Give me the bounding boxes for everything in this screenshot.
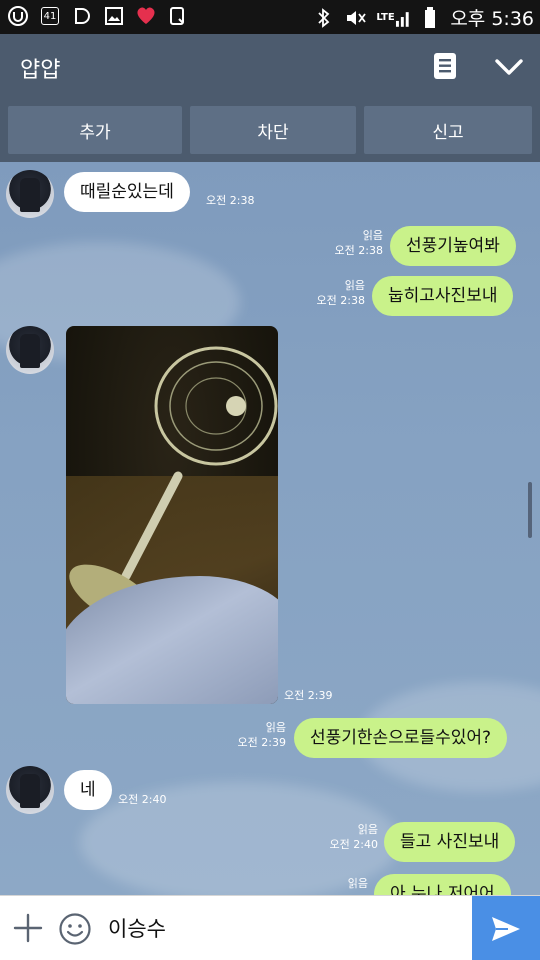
plus-icon[interactable]	[12, 912, 44, 944]
battery-icon	[418, 6, 442, 30]
chat-header: 얍얍	[0, 34, 540, 100]
signal-icon: LTE	[376, 6, 410, 30]
message-bubble-outgoing[interactable]: 선풍기높여봐	[390, 226, 516, 266]
status-left-icons: 41	[6, 4, 190, 28]
send-icon	[492, 916, 520, 941]
message-bubble-outgoing[interactable]: 눕히고사진보내	[372, 276, 514, 316]
message-meta: 읽음	[348, 876, 368, 891]
message-bubble-incoming[interactable]: 때릴순있는데	[64, 172, 190, 212]
status-right-icons: LTE 오후 5:36	[312, 4, 534, 31]
chat-title: 얍얍	[20, 58, 61, 83]
d-app-icon	[70, 4, 94, 28]
send-button[interactable]	[472, 896, 540, 960]
message-meta: 읽음 오전 2:38	[317, 278, 365, 308]
alarm-41-icon: 41	[38, 4, 62, 28]
mute-icon	[344, 6, 368, 30]
app-u-icon	[6, 4, 30, 28]
message-meta: 읽음 오전 2:38	[335, 228, 383, 258]
chevron-down-icon[interactable]	[492, 54, 526, 80]
message-bubble-outgoing[interactable]: 선풍기한손으로들수있어?	[294, 718, 508, 758]
read-status: 읽음	[265, 721, 286, 734]
network-label: LTE	[376, 11, 395, 23]
photo-message[interactable]	[66, 326, 278, 704]
status-bar: 41 LTE 오후 5:36	[0, 0, 540, 34]
message-time: 오전 2:40	[118, 793, 167, 806]
read-status: 읽음	[357, 823, 378, 836]
status-time: 오후 5:36	[450, 8, 534, 30]
message-time: 오전 2:39	[284, 689, 333, 702]
avatar[interactable]	[6, 326, 54, 374]
emoji-icon[interactable]	[58, 912, 92, 946]
read-status: 읽음	[344, 279, 365, 292]
message-time: 오전 2:39	[237, 736, 286, 749]
clipboard-icon	[166, 4, 190, 28]
message-bubble-outgoing[interactable]: 아 누나 저어어	[374, 874, 511, 895]
message-input[interactable]	[108, 908, 458, 948]
message-time: 오전 2:38	[316, 294, 365, 307]
alarm-badge: 41	[41, 7, 59, 25]
message-bubble-outgoing[interactable]: 들고 사진보내	[384, 822, 516, 862]
message-time: 오전 2:40	[329, 838, 378, 851]
message-bubble-incoming[interactable]: 네	[64, 770, 112, 810]
block-button[interactable]: 차단	[190, 106, 356, 154]
gallery-icon	[102, 4, 126, 28]
avatar[interactable]	[6, 766, 54, 814]
message-meta: 읽음 오전 2:40	[330, 822, 378, 852]
input-bar	[0, 895, 540, 960]
avatar[interactable]	[6, 170, 54, 218]
heart-icon	[134, 4, 158, 28]
message-time: 오전 2:38	[334, 244, 383, 257]
bluetooth-icon	[312, 6, 336, 30]
message-meta: 읽음 오전 2:39	[238, 720, 286, 750]
read-status: 읽음	[362, 229, 383, 242]
message-time: 오전 2:38	[206, 194, 255, 207]
menu-icon[interactable]	[432, 52, 458, 80]
report-button[interactable]: 신고	[364, 106, 532, 154]
action-bar: 추가 차단 신고	[0, 100, 540, 162]
scroll-indicator[interactable]	[528, 482, 532, 538]
read-status: 읽음	[347, 877, 368, 890]
chat-area[interactable]: 때릴순있는데 오전 2:38 읽음 오전 2:38 선풍기높여봐 읽음 오전 2…	[0, 162, 540, 895]
add-friend-button[interactable]: 추가	[8, 106, 182, 154]
